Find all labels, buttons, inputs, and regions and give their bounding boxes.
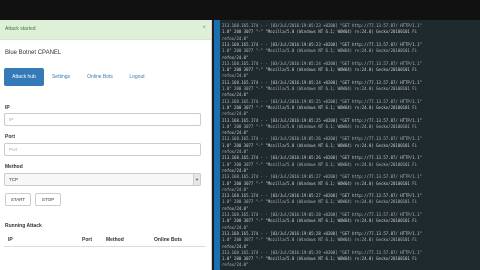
tab-attack-hub[interactable]: Attack hub bbox=[4, 68, 44, 86]
start-button[interactable]: START bbox=[5, 193, 31, 206]
tab-online-bots[interactable]: Online Bots bbox=[80, 68, 120, 86]
terminal-line: 213.168.165.174 - - [03/Jul/2016:19:05:2… bbox=[222, 174, 422, 180]
terminal-line: 1.0" 200 3077 "-" "Mozilla/5.0 (Windows … bbox=[222, 161, 418, 167]
terminal-line: 213.168.165.174 - - [03/Jul/2016:19:05:2… bbox=[222, 249, 422, 255]
terminal-line: refox/24.0" bbox=[222, 149, 249, 154]
terminal-line: 1.0" 200 3077 "-" "Mozilla/5.0 (Windows … bbox=[222, 29, 418, 35]
terminal-line: 1.0" 200 3077 "-" "Mozilla/5.0 (Windows … bbox=[222, 256, 418, 262]
terminal-line: 1.0" 200 3077 "-" "Mozilla/5.0 (Windows … bbox=[222, 86, 418, 91]
terminal-line: 1.0" 200 3077 "-" "Mozilla/5.0 (Windows … bbox=[222, 123, 418, 129]
tab-logout[interactable]: Logout bbox=[122, 68, 152, 86]
terminal-line: refox/24.0" bbox=[222, 73, 249, 79]
terminal-line: refox/24.0" bbox=[222, 130, 249, 136]
terminal-line: 1.0" 200 3077 "-" "Mozilla/5.0 (Windows … bbox=[222, 104, 418, 110]
terminal-line: 213.168.165.174 - - [03/Jul/2016:19:05:2… bbox=[222, 136, 422, 142]
column-header-ip: IP bbox=[8, 237, 13, 243]
terminal-line: 213.168.165.174 - - [03/Jul/2016:19:05:2… bbox=[222, 60, 422, 66]
terminal-line: refox/24.0" bbox=[222, 262, 249, 268]
port-label: Port bbox=[5, 134, 15, 140]
terminal-line: refox/24.0" bbox=[222, 167, 249, 173]
method-label: Method bbox=[5, 164, 23, 170]
method-select[interactable]: TCP ▼ bbox=[4, 173, 201, 186]
page-title: Blue Botnet CPANEL bbox=[5, 50, 62, 56]
chevron-down-icon: ▼ bbox=[193, 174, 200, 185]
table-divider bbox=[4, 246, 206, 247]
terminal-scrollbar[interactable] bbox=[214, 20, 220, 270]
terminal-line: refox/24.0" bbox=[222, 92, 249, 98]
terminal-line: refox/24.0" bbox=[222, 111, 249, 117]
terminal-line: refox/24.0" bbox=[222, 243, 249, 249]
terminal-line: refox/24.0" bbox=[222, 186, 249, 192]
terminal-line: 213.168.165.174 - - [03/Jul/2016:19:05:2… bbox=[222, 193, 422, 199]
terminal-line: 1.0" 200 3077 "-" "Mozilla/5.0 (Windows … bbox=[222, 218, 418, 224]
column-header-method: Method bbox=[106, 237, 124, 243]
ip-label: IP bbox=[5, 105, 10, 111]
close-icon[interactable]: × bbox=[202, 25, 206, 31]
cpanel-page: Attack started × Blue Botnet CPANEL Atta… bbox=[0, 20, 212, 270]
terminal-line: 1.0" 200 3077 "-" "Mozilla/5.0 (Windows … bbox=[222, 237, 418, 243]
terminal-line: refox/24.0" bbox=[222, 35, 249, 41]
nav-tabs: Attack hub Settings Online Bots Logout bbox=[4, 68, 210, 86]
terminal-line: 1.0" 200 3077 "-" "Mozilla/5.0 (Windows … bbox=[222, 142, 418, 148]
stop-button[interactable]: STOP bbox=[35, 193, 61, 206]
method-value: TCP bbox=[9, 177, 18, 182]
ip-input[interactable]: IP bbox=[4, 113, 201, 126]
terminal-line: 213.168.165.174 - - [03/Jul/2016:19:05:2… bbox=[222, 23, 422, 28]
terminal-line: 1.0" 200 3077 "-" "Mozilla/5.0 (Windows … bbox=[222, 180, 418, 186]
terminal-line: 213.168.165.174 - - [03/Jul/2016:19:05:2… bbox=[222, 155, 422, 161]
tab-settings[interactable]: Settings bbox=[46, 68, 76, 86]
terminal-line: 213.168.165.174 - - [03/Jul/2016:19:05:2… bbox=[222, 79, 422, 85]
terminal-line: 213.168.165.174 - - [03/Jul/2016:19:05:2… bbox=[222, 212, 422, 217]
terminal-line: 213.168.165.174 - - [03/Jul/2016:19:05:2… bbox=[222, 98, 422, 104]
running-attack-title: Running Attack bbox=[5, 223, 42, 229]
port-input[interactable]: Port bbox=[4, 143, 201, 156]
terminal-line: 1.0" 200 3077 "-" "Mozilla/5.0 (Windows … bbox=[222, 48, 418, 54]
terminal-line: refox/24.0" bbox=[222, 205, 249, 211]
terminal-line: 213.168.165.174 - - [03/Jul/2016:19:05:2… bbox=[222, 230, 422, 236]
column-header-port: Port bbox=[82, 237, 92, 243]
column-header-online-bots: Online Bots bbox=[154, 237, 183, 243]
terminal-line: 213.168.165.174 - - [03/Jul/2016:19:05:2… bbox=[222, 41, 422, 47]
alert-text: Attack started bbox=[5, 26, 36, 32]
top-bar bbox=[0, 0, 480, 20]
terminal-line: 213.168.165.174 - - [03/Jul/2016:19:05:2… bbox=[222, 117, 422, 123]
alert-success: Attack started × bbox=[0, 20, 211, 40]
terminal-line: refox/24.0" bbox=[222, 224, 249, 230]
terminal-line: refox/24.0" bbox=[222, 54, 249, 60]
terminal-line: 1.0" 200 3077 "-" "Mozilla/5.0 (Windows … bbox=[222, 199, 418, 205]
terminal-line: 1.0" 200 3077 "-" "Mozilla/5.0 (Windows … bbox=[222, 67, 418, 73]
